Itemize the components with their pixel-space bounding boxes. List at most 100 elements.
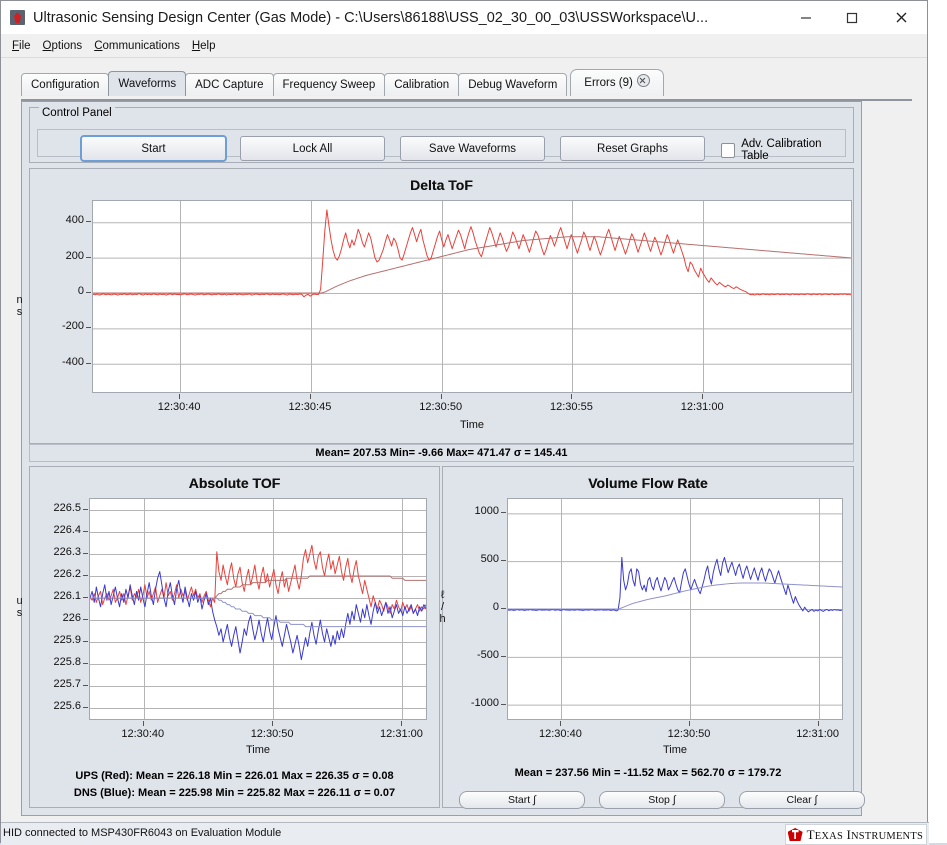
x-tick-label: 12:31:00 — [380, 728, 423, 740]
absolute-tof-xlabel: Time — [245, 744, 271, 756]
status-bar: HID connected to MSP430FR6043 on Evaluat… — [1, 822, 929, 845]
y-tick-mark — [86, 327, 91, 329]
y-tick-label: 225.7 — [53, 678, 81, 690]
x-tick-mark — [817, 721, 819, 726]
y-tick-mark — [83, 619, 88, 620]
waveforms-content: Control Panel Start Lock All Save Wavefo… — [16, 101, 865, 816]
volume-flow-title: Volume Flow Rate — [588, 475, 708, 491]
absolute-tof-plot[interactable] — [89, 498, 427, 720]
volume-flow-ylabel: ℓ / h — [439, 589, 446, 625]
main-window: Ultrasonic Sensing Design Center (Gas Mo… — [0, 0, 929, 845]
y-tick-label: -400 — [61, 355, 84, 368]
tab-waveforms[interactable]: Waveforms — [108, 71, 187, 96]
y-tick-mark — [501, 608, 506, 609]
x-tick-label: 12:30:40 — [121, 728, 165, 740]
y-tick-mark — [86, 256, 91, 258]
y-tick-label: 225.8 — [53, 656, 81, 668]
stop-integrator-button[interactable]: Stop ∫ — [599, 791, 725, 809]
y-tick-label: 225.6 — [53, 700, 81, 712]
absolute-tof-stats-ups: UPS (Red): Mean = 226.18 Min = 226.01 Ma… — [75, 770, 394, 782]
y-tick-mark — [86, 291, 91, 293]
delta-tof-xlabel: Time — [459, 419, 485, 431]
y-tick-label: 226.1 — [53, 590, 81, 602]
window-title: Ultrasonic Sensing Design Center (Gas Mo… — [33, 9, 709, 26]
x-tick-mark — [142, 721, 144, 726]
y-tick-mark — [83, 553, 88, 554]
y-tick-mark — [83, 707, 88, 708]
close-icon[interactable] — [636, 74, 650, 87]
lock-all-button[interactable]: Lock All — [240, 136, 385, 161]
volume-flow-graph-panel: Volume Flow Rate ℓ / h 1000 500 0 -500 -1000 1… — [439, 466, 865, 809]
save-waveforms-button[interactable]: Save Waveforms — [400, 136, 545, 161]
tab-calibration[interactable]: Calibration — [384, 73, 460, 96]
y-tick-label: 500 — [480, 553, 499, 566]
y-tick-label: -500 — [476, 648, 499, 661]
volume-flow-xlabel: Time — [662, 744, 688, 756]
tab-configuration[interactable]: Configuration — [21, 73, 110, 96]
start-button[interactable]: Start — [80, 135, 227, 162]
delta-tof-title: Delta ToF — [410, 177, 473, 193]
adv-calibration-checkbox-group[interactable]: Adv. Calibration Table — [721, 138, 845, 162]
maximize-button[interactable] — [829, 1, 875, 34]
adv-calibration-checkbox[interactable] — [721, 142, 736, 158]
absolute-tof-stats-dns: DNS (Blue): Mean = 225.98 Min = 225.82 M… — [73, 787, 396, 799]
x-tick-mark — [401, 721, 403, 726]
minimize-button[interactable] — [783, 1, 829, 34]
menu-item-options[interactable]: Options — [40, 38, 92, 54]
y-tick-label: 1000 — [474, 505, 499, 518]
y-tick-mark — [86, 221, 91, 223]
tab-adc-capture[interactable]: ADC Capture — [185, 73, 274, 96]
reset-graphs-button[interactable]: Reset Graphs — [560, 136, 705, 161]
tab-strip: Configuration Waveforms ADC Capture Freq… — [21, 66, 927, 96]
y-tick-label: 226.5 — [53, 502, 81, 514]
absolute-tof-ylabel: us — [16, 595, 23, 619]
delta-tof-stats-text: Mean= 207.53 Min= -9.66 Max= 471.47 σ = … — [315, 447, 568, 459]
x-tick-label: 12:30:50 — [419, 401, 463, 413]
y-tick-mark — [83, 641, 88, 642]
delta-tof-plot[interactable] — [92, 200, 852, 393]
menu-item-communications[interactable]: Communications — [91, 38, 189, 54]
y-tick-label: -200 — [61, 320, 84, 333]
tab-debug-waveform[interactable]: Debug Waveform — [458, 73, 568, 96]
y-tick-label: -1000 — [470, 696, 499, 709]
volume-flow-stats: Mean = 237.56 Min = -11.52 Max = 562.70 … — [514, 767, 782, 779]
x-tick-mark — [689, 721, 691, 726]
y-tick-label: 226 — [62, 612, 81, 624]
x-tick-label: 12:31:00 — [680, 401, 724, 413]
x-tick-mark — [571, 394, 573, 399]
y-tick-mark — [83, 685, 88, 686]
y-tick-mark — [501, 655, 506, 657]
x-tick-label: 12:30:50 — [250, 728, 294, 740]
y-tick-mark — [501, 703, 506, 705]
y-tick-label: 0 — [492, 601, 499, 613]
delta-tof-ylabel: ns — [16, 294, 23, 318]
close-button[interactable] — [875, 1, 927, 34]
window-buttons — [783, 1, 927, 34]
x-tick-label: 12:30:50 — [667, 728, 711, 740]
title-bar: Ultrasonic Sensing Design Center (Gas Mo… — [1, 1, 927, 34]
x-tick-mark — [272, 721, 274, 726]
menu-item-file[interactable]: File — [9, 38, 40, 54]
y-tick-label: 226.2 — [53, 568, 81, 580]
start-integrator-button[interactable]: Start ∫ — [459, 791, 585, 809]
delta-tof-graph-panel: Delta ToF ns 400 200 0 -200 -400 12:30:40 12:… — [16, 168, 854, 444]
x-tick-label: 12:30:55 — [550, 401, 593, 413]
tab-errors[interactable]: Errors (9) — [570, 69, 664, 96]
application-window: Ultrasonic Sensing Design Center (Gas Mo… — [0, 0, 947, 845]
y-tick-label: 226.4 — [53, 524, 81, 536]
y-tick-mark — [83, 575, 88, 576]
control-panel-body: Start Lock All Save Waveforms Reset Grap… — [37, 129, 846, 162]
volume-flow-plot[interactable] — [507, 498, 843, 720]
y-tick-label: 400 — [65, 214, 84, 227]
clear-integrator-button[interactable]: Clear ∫ — [739, 791, 865, 809]
control-panel: Control Panel Start Lock All Save Wavefo… — [29, 107, 854, 163]
x-tick-label: 12:31:00 — [796, 728, 840, 740]
tab-frequency-sweep[interactable]: Frequency Sweep — [272, 73, 386, 96]
y-tick-label: 0 — [77, 284, 84, 297]
x-tick-mark — [702, 394, 704, 399]
y-tick-mark — [86, 362, 91, 364]
menu-item-help[interactable]: Help — [189, 38, 225, 54]
x-tick-label: 12:30:40 — [539, 728, 582, 740]
y-tick-label: 200 — [65, 249, 84, 262]
y-tick-mark — [83, 663, 88, 664]
